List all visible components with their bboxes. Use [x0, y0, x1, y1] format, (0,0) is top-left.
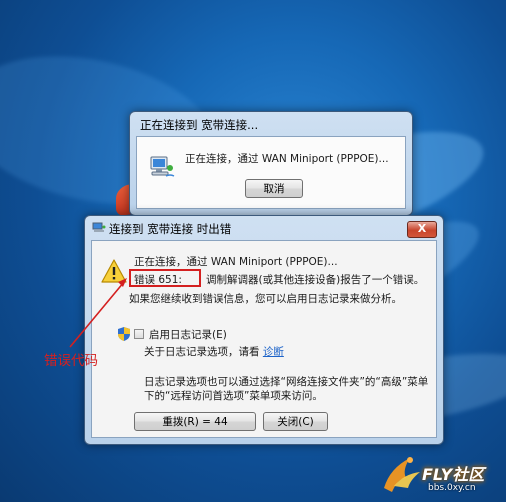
- annotation-arrow: [69, 278, 127, 348]
- watermark-brand: FLY社区: [422, 465, 485, 484]
- watermark-bird-logo: [384, 457, 420, 492]
- watermark-url: bbs.0xy.cn: [428, 483, 476, 493]
- annotation-label: 错误代码: [44, 353, 98, 369]
